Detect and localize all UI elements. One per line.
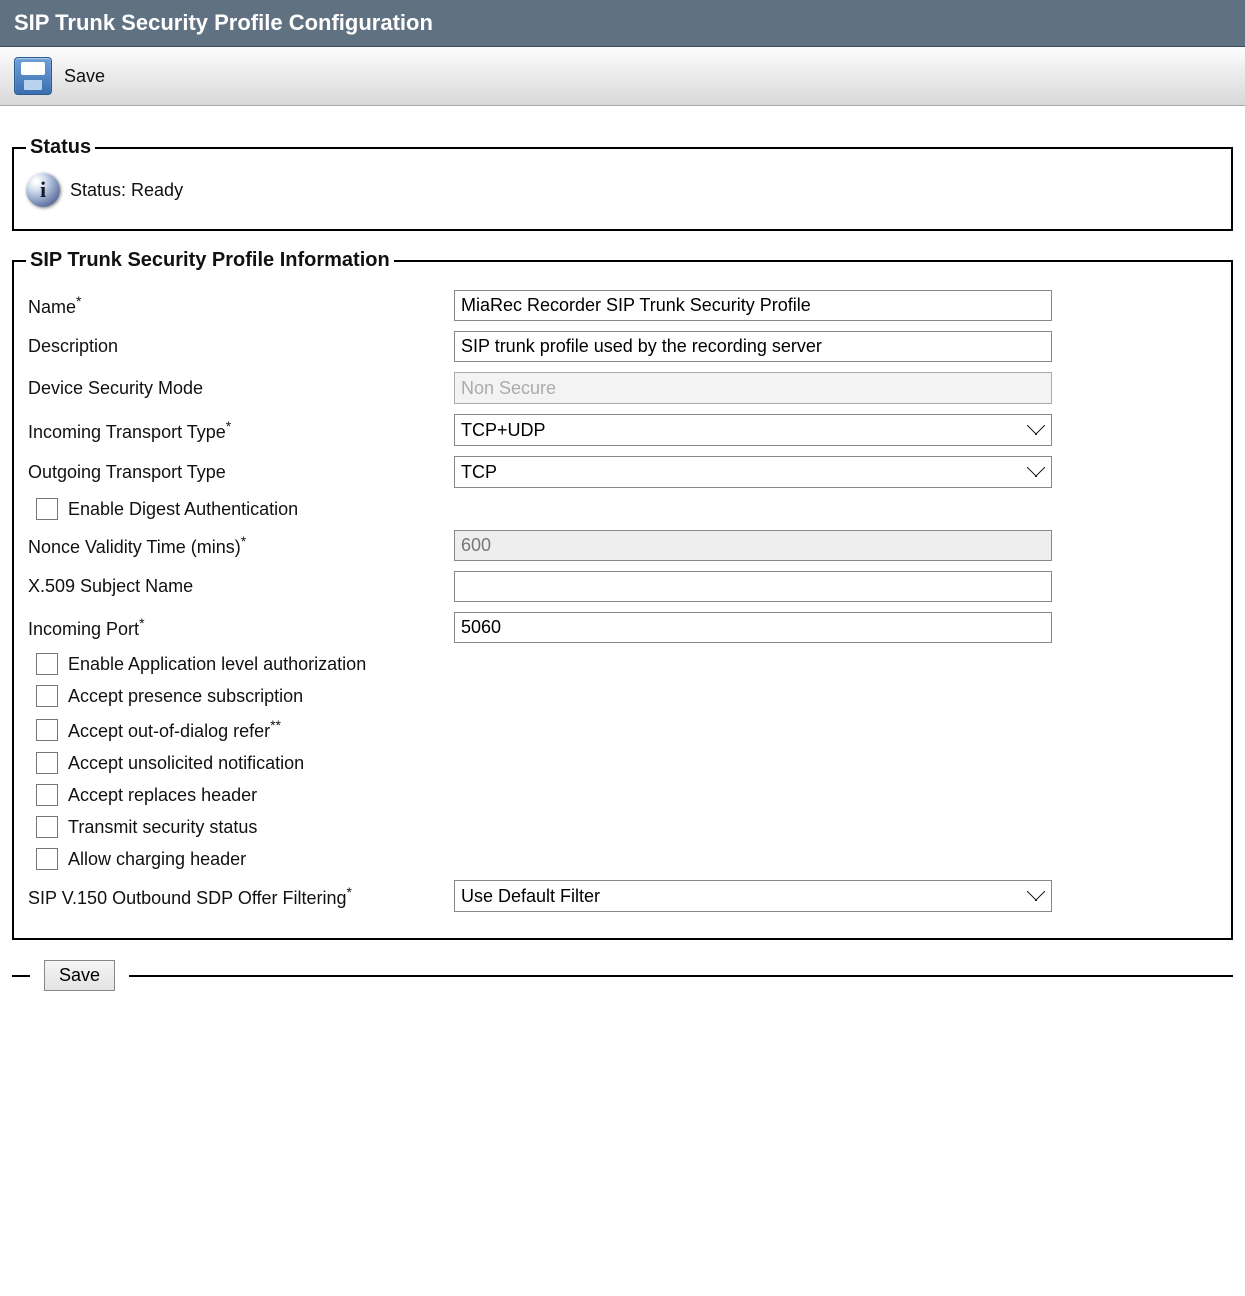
device-security-mode-select: Non Secure — [454, 372, 1052, 404]
name-label: Name — [28, 297, 76, 317]
required-marker: * — [347, 884, 352, 900]
enable-digest-auth-label: Enable Digest Authentication — [68, 499, 298, 520]
status-panel: Status Status: Ready — [12, 136, 1233, 231]
enable-app-auth-row: Enable Application level authorization — [36, 653, 1219, 675]
incoming-port-field[interactable] — [454, 612, 1052, 643]
enable-app-auth-label: Enable Application level authorization — [68, 654, 366, 675]
incoming-port-label: Incoming Port — [28, 619, 139, 639]
accept-unsolicited-checkbox[interactable] — [36, 752, 58, 774]
accept-presence-row: Accept presence subscription — [36, 685, 1219, 707]
nonce-validity-label: Nonce Validity Time (mins) — [28, 537, 241, 557]
outgoing-transport-type-select[interactable]: TCP — [454, 456, 1052, 488]
x509-subject-field[interactable] — [454, 571, 1052, 602]
required-marker: * — [76, 293, 81, 309]
required-marker-double: ** — [270, 717, 281, 733]
transmit-security-checkbox[interactable] — [36, 816, 58, 838]
allow-charging-checkbox[interactable] — [36, 848, 58, 870]
save-button[interactable]: Save — [44, 960, 115, 991]
accept-presence-label: Accept presence subscription — [68, 686, 303, 707]
accept-unsolicited-label: Accept unsolicited notification — [68, 753, 304, 774]
accept-refer-checkbox[interactable] — [36, 719, 58, 741]
accept-refer-row: Accept out-of-dialog refer** — [36, 717, 1219, 742]
incoming-transport-type-select[interactable]: TCP+UDP — [454, 414, 1052, 446]
device-security-mode-label: Device Security Mode — [28, 378, 203, 398]
required-marker: * — [241, 533, 246, 549]
page-title: SIP Trunk Security Profile Configuration — [14, 10, 433, 35]
status-text: Status: Ready — [70, 180, 183, 201]
toolbar: Save — [0, 47, 1245, 106]
transmit-security-row: Transmit security status — [36, 816, 1219, 838]
description-field[interactable] — [454, 331, 1052, 362]
incoming-transport-type-label: Incoming Transport Type — [28, 422, 226, 442]
profile-legend: SIP Trunk Security Profile Information — [26, 249, 394, 272]
allow-charging-label: Allow charging header — [68, 849, 246, 870]
outgoing-transport-type-label: Outgoing Transport Type — [28, 462, 226, 482]
toolbar-save-label[interactable]: Save — [64, 66, 105, 87]
page-title-bar: SIP Trunk Security Profile Configuration — [0, 0, 1245, 47]
status-legend: Status — [26, 136, 95, 159]
accept-replaces-label: Accept replaces header — [68, 785, 257, 806]
name-field[interactable] — [454, 290, 1052, 321]
footer-save-row: Save — [12, 960, 1233, 991]
required-marker: * — [226, 418, 231, 434]
x509-subject-label: X.509 Subject Name — [28, 576, 193, 596]
profile-panel: SIP Trunk Security Profile Information N… — [12, 249, 1233, 940]
accept-refer-label: Accept out-of-dialog refer — [68, 721, 270, 741]
enable-digest-auth-checkbox[interactable] — [36, 498, 58, 520]
enable-app-auth-checkbox[interactable] — [36, 653, 58, 675]
accept-presence-checkbox[interactable] — [36, 685, 58, 707]
sdp-filtering-select[interactable]: Use Default Filter — [454, 880, 1052, 912]
description-label: Description — [28, 336, 118, 356]
accept-replaces-checkbox[interactable] — [36, 784, 58, 806]
save-icon[interactable] — [14, 57, 52, 95]
nonce-validity-field — [454, 530, 1052, 561]
required-marker: * — [139, 615, 144, 631]
info-icon — [26, 173, 60, 207]
transmit-security-label: Transmit security status — [68, 817, 257, 838]
enable-digest-auth-row: Enable Digest Authentication — [36, 498, 1219, 520]
accept-unsolicited-row: Accept unsolicited notification — [36, 752, 1219, 774]
sdp-filtering-label: SIP V.150 Outbound SDP Offer Filtering — [28, 888, 347, 908]
accept-replaces-row: Accept replaces header — [36, 784, 1219, 806]
allow-charging-row: Allow charging header — [36, 848, 1219, 870]
